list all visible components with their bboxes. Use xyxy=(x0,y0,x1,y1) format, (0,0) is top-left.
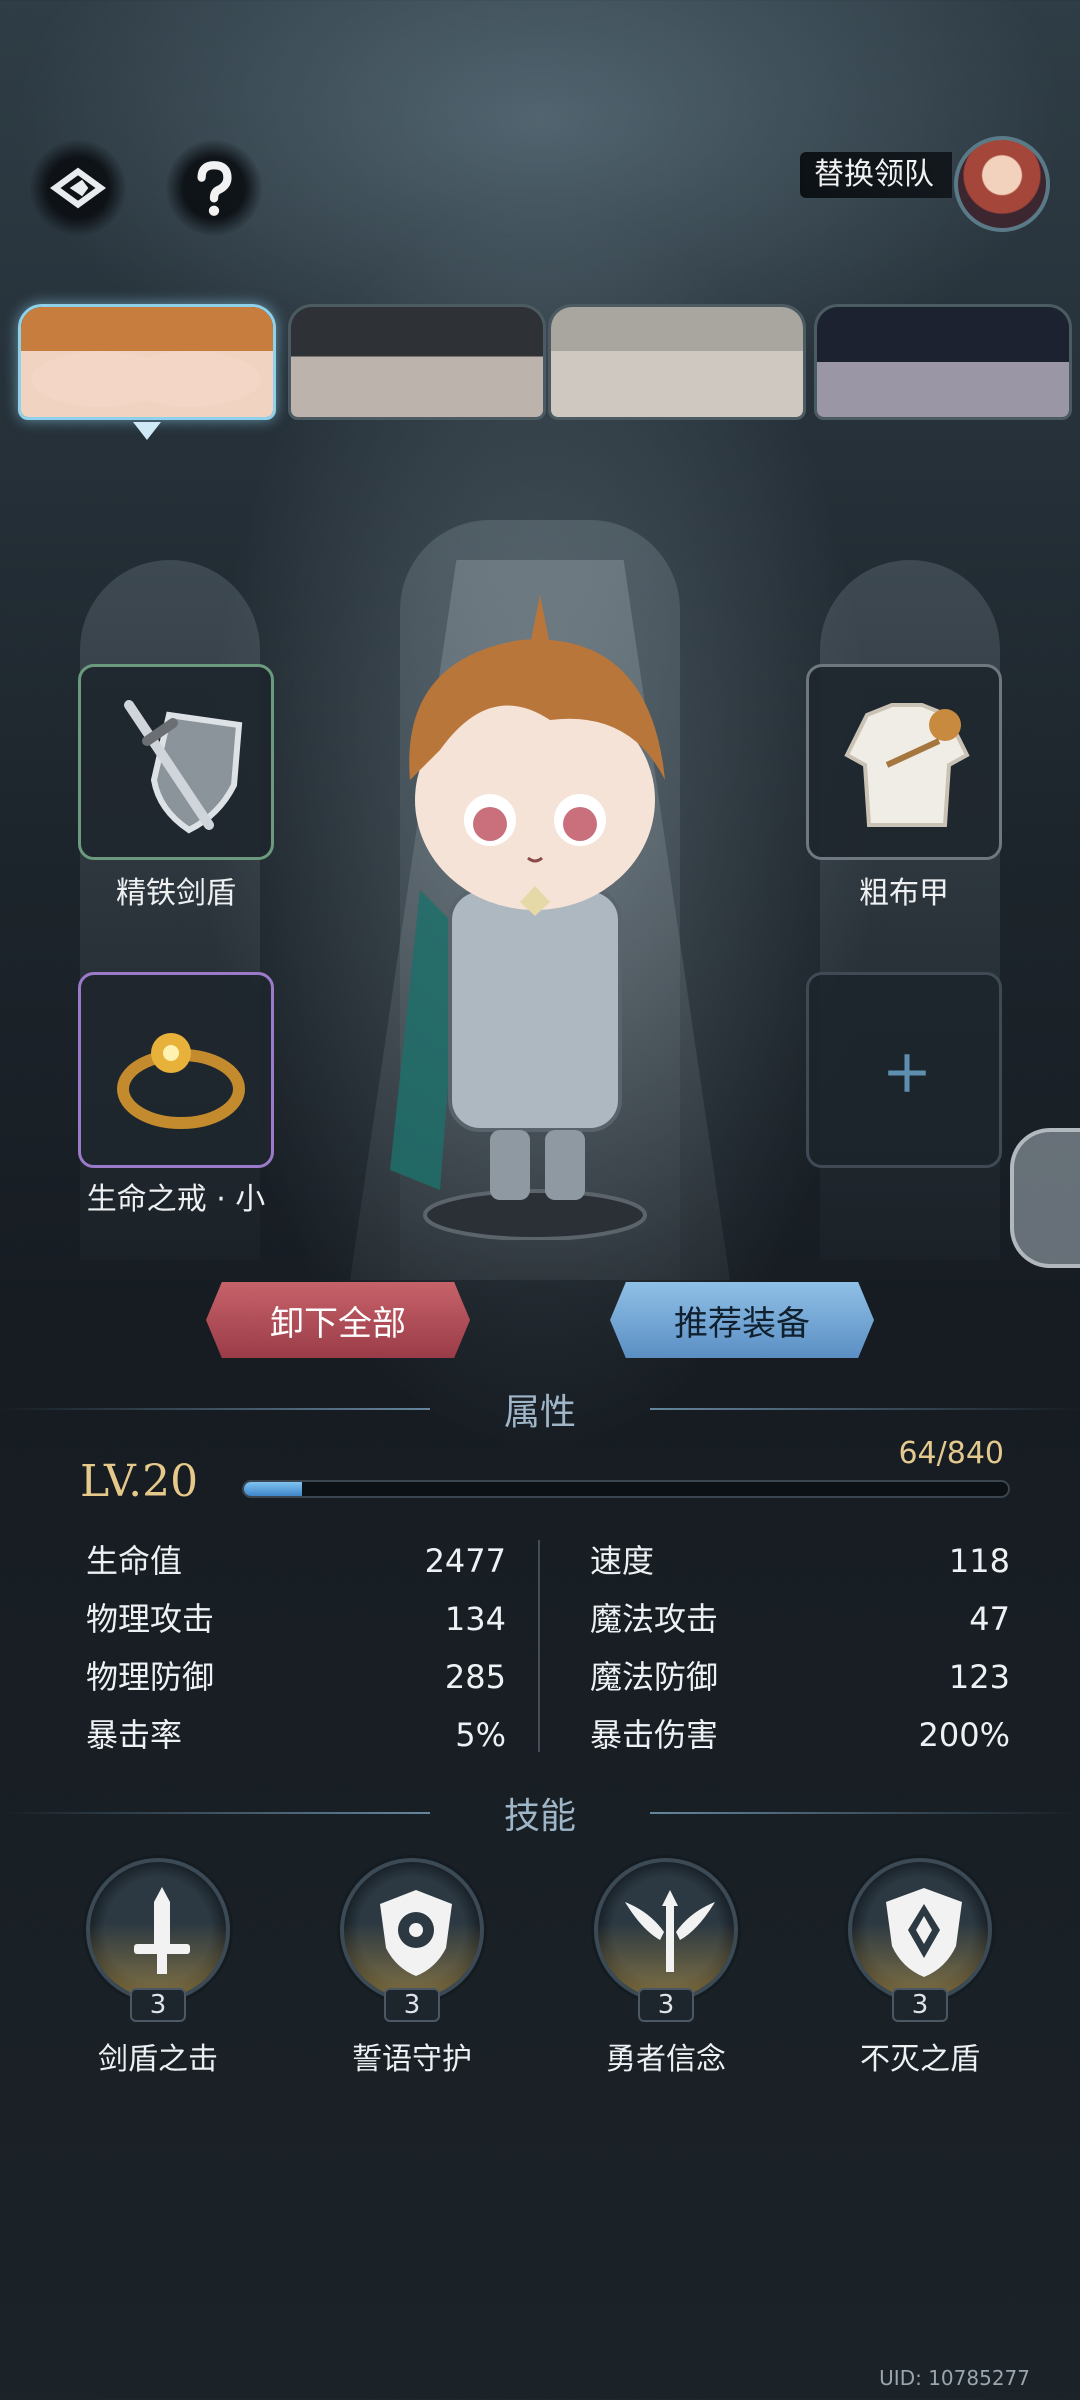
plus-icon xyxy=(888,1054,926,1092)
sword-shield-icon xyxy=(124,700,243,834)
ring-icon xyxy=(117,1033,245,1129)
skill-name: 不灭之盾 xyxy=(860,2042,980,2077)
stat-label: 暴击伤害 xyxy=(590,1716,719,1754)
stat-row-mdef: 魔法防御 123 xyxy=(590,1648,1010,1706)
skill-icon-frame xyxy=(594,1858,738,2002)
stat-label: 速度 xyxy=(590,1542,655,1580)
switch-leader-label[interactable]: 替换领队 xyxy=(800,152,952,198)
accessory-slot[interactable] xyxy=(78,972,274,1168)
stat-row-hp: 生命值 2477 xyxy=(86,1532,506,1590)
trident-wings-icon xyxy=(625,1890,715,1972)
target-shield-icon xyxy=(380,1890,452,1976)
xp-bar xyxy=(242,1480,1010,1498)
skill-name: 剑盾之击 xyxy=(98,2042,218,2077)
stat-row-crit: 暴击率 5% xyxy=(86,1706,506,1764)
recommend-equipment-button[interactable]: 推荐装备 xyxy=(610,1282,874,1358)
side-drawer-handle[interactable] xyxy=(1010,1128,1080,1268)
skill-4[interactable]: 3 不灭之盾 xyxy=(840,1858,1000,2077)
stat-value: 47 xyxy=(969,1600,1010,1638)
help-button[interactable] xyxy=(166,140,262,236)
stat-value: 118 xyxy=(948,1542,1010,1580)
stats-divider xyxy=(538,1540,540,1752)
stat-value: 2477 xyxy=(424,1542,506,1580)
hero-tab-4[interactable] xyxy=(814,304,1072,420)
skill-icon-frame xyxy=(86,1858,230,2002)
weapon-label: 精铁剑盾 xyxy=(116,876,236,911)
attributes-header: 属性 xyxy=(0,1384,1080,1434)
uid-label: UID: 10785277 xyxy=(879,2366,1030,2390)
hero-tab-3[interactable] xyxy=(548,304,806,420)
skill-2[interactable]: 3 誓语守护 xyxy=(332,1858,492,2077)
cloth-armor-icon xyxy=(844,703,970,827)
stat-row-critdmg: 暴击伤害 200% xyxy=(590,1706,1010,1764)
xp-text: 64/840 xyxy=(898,1436,1004,1471)
stats-right: 速度 118 魔法攻击 47 魔法防御 123 暴击伤害 200% xyxy=(590,1532,1010,1764)
empty-slot[interactable] xyxy=(806,972,1002,1168)
stat-label: 生命值 xyxy=(86,1542,183,1580)
unequip-all-button[interactable]: 卸下全部 xyxy=(206,1282,470,1358)
character-portrait xyxy=(390,595,665,1240)
level-label: LV.20 xyxy=(80,1456,199,1507)
question-icon xyxy=(197,161,232,216)
accessory-label: 生命之戒 · 小 xyxy=(86,1182,266,1217)
xp-fill xyxy=(244,1482,303,1496)
skill-3[interactable]: 3 勇者信念 xyxy=(586,1858,746,2077)
armor-slot[interactable] xyxy=(806,664,1002,860)
stat-label: 魔法攻击 xyxy=(590,1600,719,1638)
skill-1[interactable]: 3 剑盾之击 xyxy=(78,1858,238,2077)
skill-icon-frame xyxy=(340,1858,484,2002)
active-tab-pointer xyxy=(133,422,161,440)
shield-icon xyxy=(886,1888,962,1977)
leader-avatar[interactable] xyxy=(954,136,1050,232)
weapon-slot[interactable] xyxy=(78,664,274,860)
skill-level: 3 xyxy=(130,1988,186,2022)
skills-title: 技能 xyxy=(503,1796,576,1837)
armor-label: 粗布甲 xyxy=(859,876,949,911)
stat-value: 123 xyxy=(948,1658,1010,1696)
skills-header: 技能 xyxy=(0,1788,1080,1838)
skill-name: 誓语守护 xyxy=(352,2042,472,2077)
stat-value: 5% xyxy=(455,1716,506,1754)
attributes-title: 属性 xyxy=(503,1392,576,1433)
stat-value: 285 xyxy=(444,1658,506,1696)
stat-label: 魔法防御 xyxy=(590,1658,719,1696)
skill-level: 3 xyxy=(638,1988,694,2022)
stat-row-matk: 魔法攻击 47 xyxy=(590,1590,1010,1648)
stat-row-patk: 物理攻击 134 xyxy=(86,1590,506,1648)
sword-icon xyxy=(134,1887,190,1974)
stat-label: 物理攻击 xyxy=(86,1600,215,1638)
stats-left: 生命值 2477 物理攻击 134 物理防御 285 暴击率 5% xyxy=(86,1532,506,1764)
skill-name: 勇者信念 xyxy=(606,2042,726,2077)
stat-label: 暴击率 xyxy=(86,1716,183,1754)
hero-tab-2[interactable] xyxy=(288,304,546,420)
skill-level: 3 xyxy=(384,1988,440,2022)
stat-value: 134 xyxy=(444,1600,506,1638)
stat-row-speed: 速度 118 xyxy=(590,1532,1010,1590)
stat-value: 200% xyxy=(918,1716,1010,1754)
skill-icon-frame xyxy=(848,1858,992,2002)
back-button[interactable] xyxy=(30,140,126,236)
hero-tab-1[interactable] xyxy=(18,304,276,420)
stat-label: 物理防御 xyxy=(86,1658,215,1696)
skill-level: 3 xyxy=(892,1988,948,2022)
back-icon xyxy=(49,167,107,209)
stat-row-pdef: 物理防御 285 xyxy=(86,1648,506,1706)
